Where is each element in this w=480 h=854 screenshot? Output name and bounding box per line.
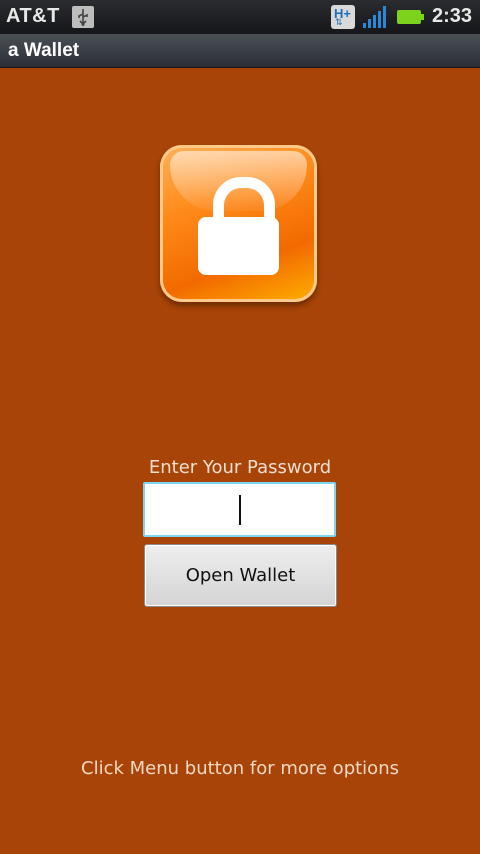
battery-icon	[397, 10, 424, 24]
menu-hint: Click Menu button for more options	[81, 758, 399, 779]
lock-icon	[160, 145, 317, 302]
hplus-network-icon: H+ ⇅	[331, 5, 355, 29]
open-wallet-button[interactable]: Open Wallet	[145, 545, 336, 606]
signal-icon	[362, 5, 388, 29]
data-arrows-icon: ⇅	[335, 18, 343, 28]
status-bar: AT&T H+ ⇅ 2:33	[0, 0, 480, 34]
clock: 2:33	[431, 5, 472, 27]
title-bar: a Wallet	[0, 34, 480, 68]
app-title: a Wallet	[8, 40, 80, 61]
text-cursor	[239, 495, 241, 525]
carrier-label: AT&T	[6, 5, 60, 27]
lock-body	[198, 217, 279, 275]
usb-icon	[72, 6, 94, 28]
password-label: Enter Your Password	[148, 457, 332, 478]
password-field-frame[interactable]	[143, 482, 336, 537]
